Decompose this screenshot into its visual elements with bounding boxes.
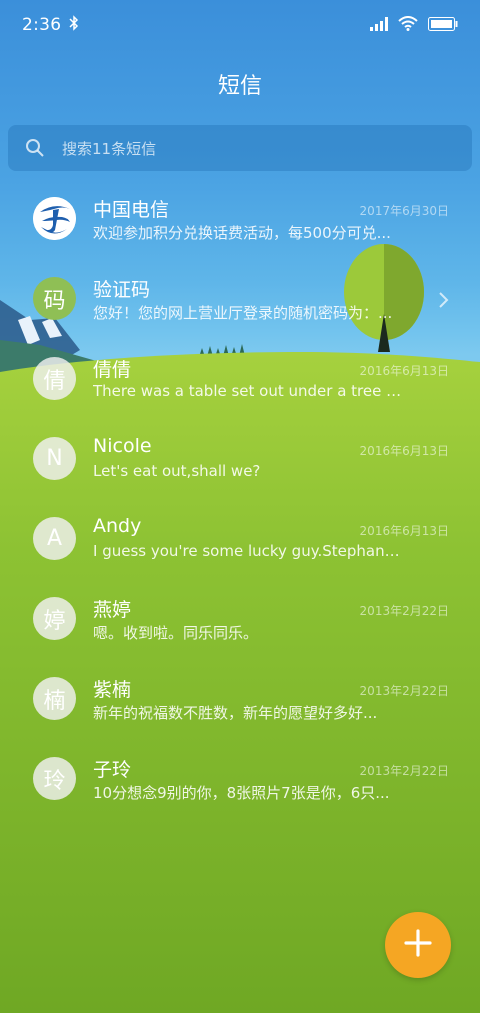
conversation-name: 中国电信 [93, 199, 170, 221]
chevron-right-icon [438, 290, 450, 310]
avatar-text: 倩 [43, 368, 66, 394]
conversation-snippet: Let's eat out,shall we? [93, 462, 261, 480]
conversation-date: 2013年2月22日 [359, 604, 449, 618]
conversation-snippet: 您好！您的网上营业厅登录的随机密码为：... [93, 304, 393, 322]
status-right [370, 15, 458, 35]
conversation-list: 中国电信 2017年6月30日 欢迎参加积分兑换话费活动，每500分可兑... … [0, 180, 480, 820]
conversation-item-verification-code[interactable]: 码 验证码 您好！您的网上营业厅登录的随机密码为：... [0, 260, 480, 340]
avatar: A [33, 517, 76, 560]
avatar-text: 玲 [43, 768, 66, 794]
conversation-date: 2013年2月22日 [359, 764, 449, 778]
battery-icon [428, 16, 458, 35]
wifi-icon [398, 15, 418, 35]
conversation-item-ziling[interactable]: 玲 子玲 2013年2月22日 10分想念9别的你，8张照片7张是你，6只... [0, 740, 480, 820]
plus-icon [403, 928, 433, 962]
avatar: 婷 [33, 597, 76, 640]
conversation-name: 倩倩 [93, 359, 132, 381]
avatar-text: 楠 [43, 688, 66, 714]
conversation-date: 2013年2月22日 [359, 684, 449, 698]
search-bar[interactable]: 搜索11条短信 [8, 125, 472, 171]
avatar-text: 婷 [43, 608, 66, 634]
signal-icon [370, 16, 388, 35]
status-left: 2:36 [22, 15, 79, 35]
conversation-snippet: 嗯。收到啦。同乐同乐。 [93, 624, 259, 642]
conversation-name: Andy [93, 515, 142, 537]
conversation-snippet: 欢迎参加积分兑换话费活动，每500分可兑... [93, 224, 391, 242]
conversation-name: 紫楠 [93, 679, 132, 701]
page-title: 短信 [217, 74, 262, 99]
avatar-text: A [46, 526, 63, 551]
avatar: 玲 [33, 757, 76, 800]
conversation-snippet: I guess you're some lucky guy.Stephani..… [93, 542, 403, 560]
avatar [33, 197, 76, 240]
conversation-item-andy[interactable]: A Andy 2016年6月13日 I guess you're some lu… [0, 500, 480, 580]
search-input[interactable]: 搜索11条短信 [62, 138, 156, 159]
conversation-snippet: 10分想念9别的你，8张照片7张是你，6只... [93, 784, 390, 802]
new-message-button[interactable] [385, 912, 451, 978]
conversation-item-yanting[interactable]: 婷 燕婷 2013年2月22日 嗯。收到啦。同乐同乐。 [0, 580, 480, 660]
avatar: 倩 [33, 357, 76, 400]
conversation-item-zinan[interactable]: 楠 紫楠 2013年2月22日 新年的祝福数不胜数，新年的愿望好多好... [0, 660, 480, 740]
status-bar: 2:36 [0, 0, 480, 50]
conversation-date: 2016年6月13日 [359, 364, 449, 378]
china-telecom-logo-icon [33, 197, 76, 240]
conversation-name: 燕婷 [93, 599, 132, 621]
avatar-text: N [46, 446, 63, 471]
avatar-text: 码 [43, 288, 66, 314]
conversation-name: 验证码 [93, 279, 151, 301]
conversation-date: 2016年6月13日 [359, 524, 449, 538]
conversation-snippet: 新年的祝福数不胜数，新年的愿望好多好... [93, 704, 378, 722]
conversation-item-nicole[interactable]: N Nicole 2016年6月13日 Let's eat out,shall … [0, 420, 480, 500]
conversation-name: Nicole [93, 435, 152, 457]
conversation-item-china-telecom[interactable]: 中国电信 2017年6月30日 欢迎参加积分兑换话费活动，每500分可兑... [0, 180, 480, 260]
avatar: 楠 [33, 677, 76, 720]
avatar: N [33, 437, 76, 480]
conversation-name: 子玲 [93, 759, 132, 781]
conversation-date: 2017年6月30日 [359, 204, 449, 218]
status-time: 2:36 [22, 15, 62, 35]
conversation-snippet: There was a table set out under a tree i… [93, 382, 403, 400]
conversation-date: 2016年6月13日 [359, 444, 449, 458]
search-icon [24, 137, 46, 159]
avatar: 码 [33, 277, 76, 320]
bluetooth-icon [69, 15, 79, 35]
conversation-item-qianqian[interactable]: 倩 倩倩 2016年6月13日 There was a table set ou… [0, 340, 480, 420]
